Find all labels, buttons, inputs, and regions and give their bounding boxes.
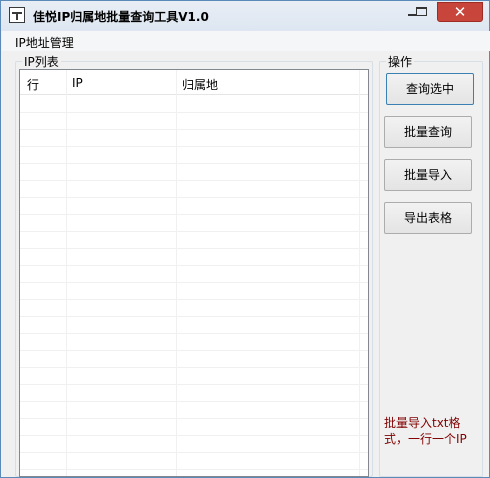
list-row-gridline bbox=[20, 248, 368, 249]
maximize-button[interactable] bbox=[409, 2, 435, 22]
column-divider bbox=[359, 70, 360, 476]
column-divider bbox=[176, 70, 177, 476]
menu-bar: IP地址管理 bbox=[2, 31, 490, 51]
list-header: 行 IP 归属地 bbox=[20, 70, 368, 95]
list-row-gridline bbox=[20, 146, 368, 147]
list-row-gridline bbox=[20, 299, 368, 300]
list-row-gridline bbox=[20, 350, 368, 351]
list-row-gridline bbox=[20, 401, 368, 402]
list-row-gridline bbox=[20, 197, 368, 198]
batch-import-button[interactable]: 批量导入 bbox=[384, 159, 472, 191]
maximize-icon bbox=[416, 7, 427, 16]
query-selected-button[interactable]: 查询选中 bbox=[386, 73, 474, 105]
list-row-gridline bbox=[20, 469, 368, 470]
list-row-gridline bbox=[20, 163, 368, 164]
list-row-gridline bbox=[20, 333, 368, 334]
hint-line: 批量导入txt格 bbox=[384, 416, 461, 430]
list-row-gridline bbox=[20, 112, 368, 113]
list-row-gridline bbox=[20, 214, 368, 215]
list-row-gridline bbox=[20, 180, 368, 181]
list-row-gridline bbox=[20, 129, 368, 130]
app-icon bbox=[9, 7, 25, 23]
operations-legend: 操作 bbox=[386, 53, 415, 70]
close-button[interactable]: ✕ bbox=[437, 2, 483, 22]
title-bar[interactable]: 佳悦IP归属地批量查询工具V1.0 ✕ bbox=[1, 1, 489, 31]
ip-list-legend: IP列表 bbox=[22, 53, 61, 70]
close-icon: ✕ bbox=[453, 3, 467, 21]
column-header-row[interactable]: 行 bbox=[27, 76, 39, 93]
ip-list-view[interactable]: 行 IP 归属地 bbox=[19, 69, 369, 477]
list-row-gridline bbox=[20, 418, 368, 419]
column-divider bbox=[66, 70, 67, 476]
list-row-gridline bbox=[20, 367, 368, 368]
batch-query-button[interactable]: 批量查询 bbox=[384, 116, 472, 148]
list-row-gridline bbox=[20, 452, 368, 453]
hint-line: 式，一行一个IP bbox=[384, 432, 467, 446]
import-hint-text: 批量导入txt格 式，一行一个IP bbox=[384, 415, 488, 447]
column-header-ip[interactable]: IP bbox=[72, 76, 83, 90]
list-row-gridline bbox=[20, 435, 368, 436]
list-row-gridline bbox=[20, 316, 368, 317]
window-title: 佳悦IP归属地批量查询工具V1.0 bbox=[33, 10, 209, 24]
app-window: 佳悦IP归属地批量查询工具V1.0 ✕ IP地址管理 IP列表 行 IP 归属地… bbox=[0, 0, 490, 478]
menu-ip-address-management[interactable]: IP地址管理 bbox=[15, 34, 74, 51]
list-row-gridline bbox=[20, 282, 368, 283]
column-header-location[interactable]: 归属地 bbox=[182, 76, 218, 93]
list-row-gridline bbox=[20, 384, 368, 385]
list-row-gridline bbox=[20, 231, 368, 232]
list-row-gridline bbox=[20, 265, 368, 266]
export-table-button[interactable]: 导出表格 bbox=[384, 202, 472, 234]
